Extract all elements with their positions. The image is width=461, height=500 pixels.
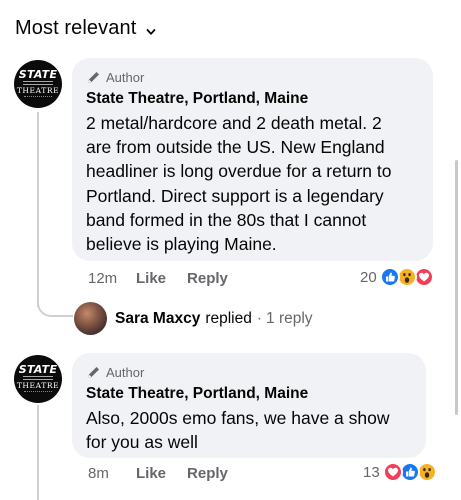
wow-icon [396,267,417,287]
thread-line [37,112,39,307]
author-label: Author [106,69,145,85]
comment-line: band formed in the 80s that I cannot [86,209,367,230]
avatar[interactable]: STATE THEATRE [14,60,62,108]
comment-bubble: Author State Theatre, Portland, Maine Al… [72,353,426,458]
view-replies-link[interactable]: Sara Maxcy replied · 1 reply [74,302,313,335]
avatar-logo-subtext: THEATRE [16,86,60,95]
comments-panel: Most relevant STATE THEATRE Author State… [0,0,461,500]
reaction-summary[interactable]: 20 [360,267,434,287]
love-icon [382,462,403,482]
comment-line: for you as well [86,432,198,453]
avatar-logo-text: STATE [18,363,58,376]
comment-timestamp[interactable]: 12m [88,270,124,287]
chevron-down-icon [146,24,156,35]
separator-dot: · [256,309,263,327]
comment-bubble: Author State Theatre, Portland, Maine 2 … [72,58,433,261]
comment-line: are from outside the US. New England [86,137,385,158]
like-button[interactable]: Like [136,270,166,287]
comment-timestamp[interactable]: 8m [88,465,124,482]
comment-actions: 12m Like Reply [88,270,228,287]
comment-text: 2 metal/hardcore and 2 death metal. 2 ar… [86,111,419,256]
sort-label: Most relevant [15,17,137,39]
pencil-icon [86,70,101,85]
commenter-name[interactable]: State Theatre, Portland, Maine [86,89,419,109]
author-label: Author [106,364,145,380]
comment-line: Also, 2000s emo fans, we have a show [86,408,390,428]
replier-name: Sara Maxcy [115,309,201,327]
thread-connector [37,299,73,317]
reaction-summary[interactable]: 13 [363,462,437,482]
scrollbar[interactable] [455,160,458,415]
like-icon [399,462,420,482]
comment-line: Portland. Direct support is a legendary [86,185,384,206]
comment-actions: 8m Like Reply [88,465,228,482]
comment-line: 2 metal/hardcore and 2 death metal. 2 [86,113,382,133]
love-icon [413,267,434,287]
author-badge: Author [86,68,419,86]
thread-line [37,405,39,500]
replied-label: replied [205,309,252,327]
commenter-name[interactable]: State Theatre, Portland, Maine [86,384,412,404]
wow-icon [416,462,437,482]
comment-line: headliner is long overdue for a return t… [86,161,392,182]
reaction-count: 20 [360,268,377,286]
comment-text: Also, 2000s emo fans, we have a show for… [86,406,412,454]
like-icon [379,267,400,287]
avatar[interactable]: STATE THEATRE [14,355,62,403]
pencil-icon [86,365,101,380]
like-button[interactable]: Like [136,465,166,482]
author-badge: Author [86,363,412,381]
comment-line: believe is playing Maine. [86,234,277,255]
reply-count: 1 reply [266,309,313,327]
reply-button[interactable]: Reply [187,270,228,287]
avatar-logo-text: STATE [18,68,58,81]
sort-dropdown[interactable]: Most relevant [15,17,156,40]
reply-button[interactable]: Reply [187,465,228,482]
avatar-logo-subtext: THEATRE [16,381,60,390]
avatar [74,302,107,335]
reaction-count: 13 [363,463,380,481]
